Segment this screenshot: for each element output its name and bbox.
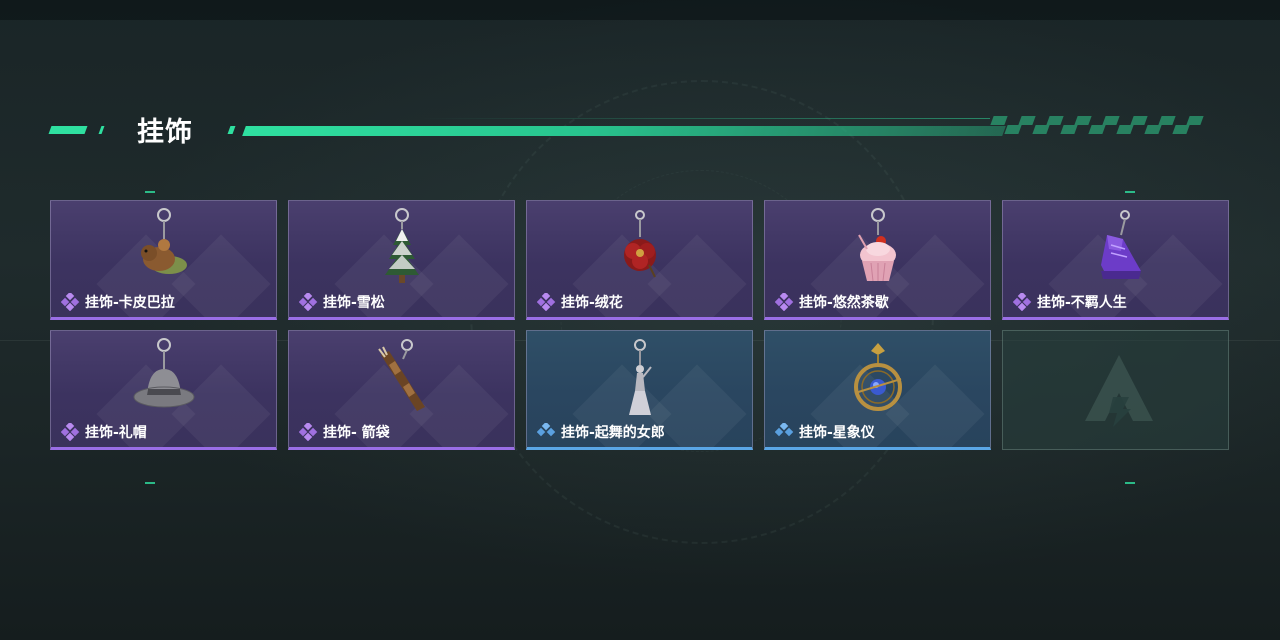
frame-corner-tick bbox=[1125, 482, 1135, 484]
item-label: 挂饰-起舞的女郎 bbox=[537, 422, 665, 442]
item-label: 挂饰-雪松 bbox=[299, 292, 385, 312]
velvet-flower-charm-icon bbox=[624, 210, 656, 278]
item-label: 挂饰-卡皮巴拉 bbox=[61, 292, 175, 312]
item-name: 挂饰-绒花 bbox=[561, 295, 623, 311]
item-card-capybara[interactable]: 挂饰-卡皮巴拉 bbox=[50, 200, 277, 320]
rarity-diamond-icon bbox=[1013, 293, 1032, 311]
rarity-diamond-icon bbox=[61, 293, 80, 311]
rarity-diamond-icon bbox=[61, 423, 80, 441]
hat-charm-icon bbox=[133, 338, 195, 408]
item-label: 挂饰-礼帽 bbox=[61, 422, 147, 442]
item-name: 挂饰-卡皮巴拉 bbox=[85, 295, 175, 311]
rarity-diamond-icon bbox=[537, 423, 556, 437]
header-accent-bar bbox=[242, 126, 1006, 136]
frame-corner-tick bbox=[145, 191, 155, 193]
item-card-sneaker[interactable]: 挂饰-不羁人生 bbox=[1002, 200, 1229, 320]
header-accent-segment bbox=[48, 126, 88, 134]
empty-slot-logo-icon bbox=[1085, 355, 1153, 427]
header-thin-line bbox=[420, 118, 990, 119]
frame-corner-tick bbox=[1125, 191, 1135, 193]
item-card-astrolabe[interactable]: 挂饰-星象仪 bbox=[764, 330, 991, 450]
item-card-velvet-flower[interactable]: 挂饰-绒花 bbox=[526, 200, 753, 320]
section-header: 挂饰 bbox=[0, 104, 1280, 154]
item-label: 挂饰- 箭袋 bbox=[299, 422, 390, 442]
quiver-charm-icon bbox=[378, 339, 425, 411]
capybara-charm-icon bbox=[141, 208, 187, 274]
item-name: 挂饰-起舞的女郎 bbox=[561, 425, 665, 441]
item-name: 挂饰-雪松 bbox=[323, 295, 385, 311]
item-card-dancer[interactable]: 挂饰-起舞的女郎 bbox=[526, 330, 753, 450]
header-checker-pattern bbox=[990, 116, 1204, 136]
rarity-diamond-icon bbox=[299, 423, 318, 441]
item-label: 挂饰-星象仪 bbox=[775, 422, 875, 442]
section-title: 挂饰 bbox=[137, 117, 193, 148]
item-card-snow-pine[interactable]: 挂饰-雪松 bbox=[288, 200, 515, 320]
snow-pine-charm-icon bbox=[385, 208, 419, 283]
item-name: 挂饰-礼帽 bbox=[85, 425, 147, 441]
rarity-diamond-icon bbox=[537, 293, 556, 311]
rarity-diamond-icon bbox=[299, 293, 318, 311]
charm-grid: 挂饰-卡皮巴拉 挂饰-雪松 挂饰-绒花 挂饰-悠然茶歇 挂饰-不羁人生 挂饰-礼… bbox=[50, 200, 1230, 450]
header-accent-segment bbox=[227, 126, 236, 134]
item-name: 挂饰-不羁人生 bbox=[1037, 295, 1127, 311]
dancer-charm-icon bbox=[629, 339, 652, 415]
item-card-cupcake[interactable]: 挂饰-悠然茶歇 bbox=[764, 200, 991, 320]
sneaker-charm-icon bbox=[1101, 210, 1141, 279]
astrolabe-charm-icon bbox=[854, 343, 902, 411]
item-card-quiver[interactable]: 挂饰- 箭袋 bbox=[288, 330, 515, 450]
empty-item-slot bbox=[1002, 330, 1229, 450]
rarity-diamond-icon bbox=[775, 293, 794, 311]
header-accent-segment bbox=[98, 126, 105, 134]
frame-corner-tick bbox=[145, 482, 155, 484]
item-card-hat[interactable]: 挂饰-礼帽 bbox=[50, 330, 277, 450]
rarity-diamond-icon bbox=[775, 423, 794, 437]
item-name: 挂饰-星象仪 bbox=[799, 425, 875, 441]
cupcake-charm-icon bbox=[858, 208, 896, 282]
top-strip bbox=[0, 0, 1280, 20]
item-name: 挂饰-悠然茶歇 bbox=[799, 295, 889, 311]
item-label: 挂饰-不羁人生 bbox=[1013, 292, 1127, 312]
item-label: 挂饰-绒花 bbox=[537, 292, 623, 312]
item-label: 挂饰-悠然茶歇 bbox=[775, 292, 889, 312]
item-name: 挂饰- 箭袋 bbox=[323, 425, 390, 441]
